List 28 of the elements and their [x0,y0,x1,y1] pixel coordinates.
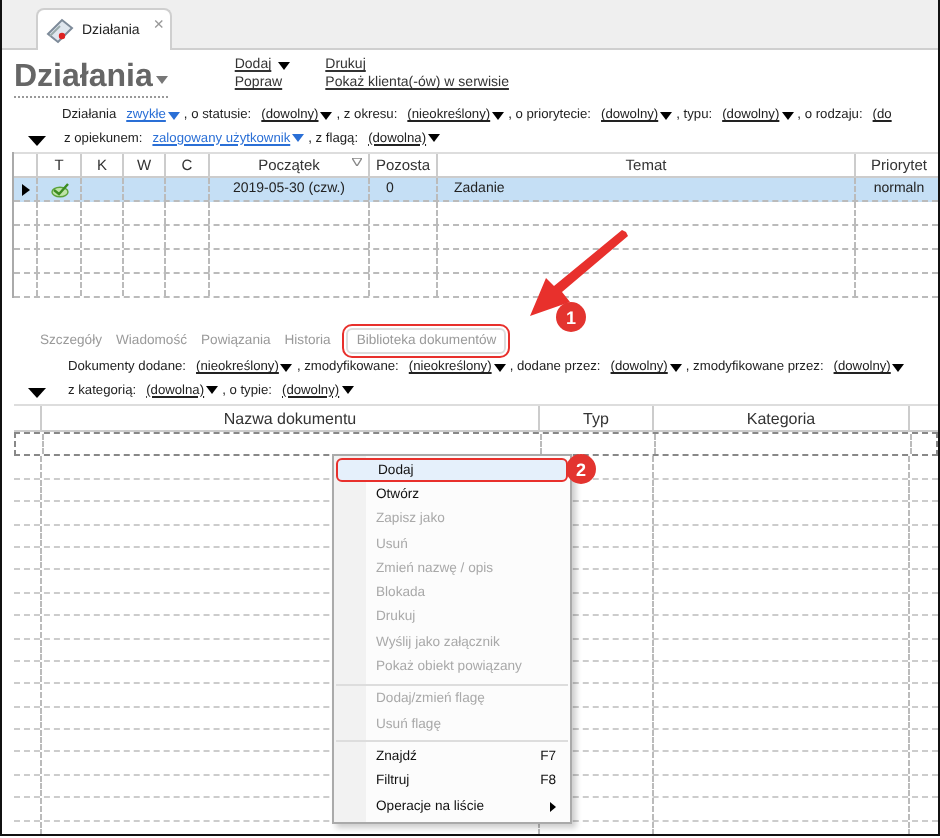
callout-badge: 2 [566,454,596,484]
sort-icon [352,158,362,166]
collapse-icon[interactable] [28,136,46,146]
caret-icon [660,111,673,120]
collapse-icon[interactable] [28,388,46,398]
column-header[interactable]: Kategoria [654,406,910,430]
caret-icon [781,111,794,120]
caret-icon [892,363,905,372]
notepad-icon [44,16,76,44]
task-check-icon [49,181,69,197]
caret-icon [206,386,219,395]
caret-icon [493,363,506,372]
caret-icon [669,363,682,372]
callout-badge: 1 [556,302,586,332]
caret-icon [320,111,333,120]
caret-icon [280,363,293,372]
module-title-dropdown[interactable]: Działania [14,60,169,98]
row-pointer-icon [21,183,29,195]
caret-icon [277,61,290,69]
column-header[interactable]: Typ [540,406,654,430]
caret-icon [167,111,180,120]
submenu-arrow-icon [550,801,556,811]
caret-icon [428,134,441,143]
caret-icon [292,134,305,143]
caret-icon [341,386,354,395]
column-header[interactable]: Nazwa dokumentu [42,406,540,430]
caret-icon [492,111,505,120]
caret-icon [156,76,169,84]
